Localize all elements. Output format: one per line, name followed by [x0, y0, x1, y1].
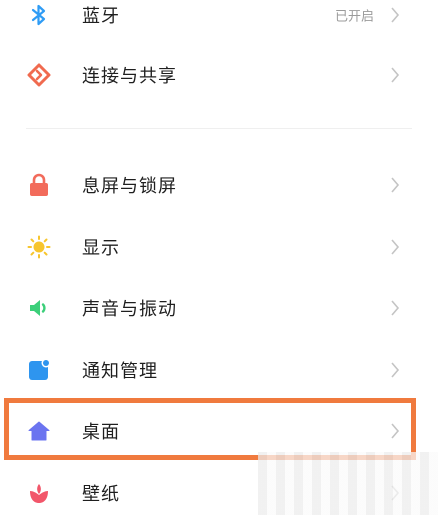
- chevron-right-icon: [391, 423, 400, 439]
- settings-item-notifications[interactable]: 通知管理: [0, 339, 438, 401]
- settings-item-display[interactable]: 显示: [0, 216, 438, 278]
- settings-item-label: 壁纸: [82, 484, 120, 505]
- chevron-right-icon: [391, 362, 400, 378]
- home-icon: [26, 418, 52, 444]
- speaker-icon: [26, 295, 52, 321]
- bluetooth-status: 已开启: [334, 9, 374, 25]
- chevron-right-icon: [391, 7, 400, 23]
- bluetooth-icon: [26, 2, 52, 28]
- chevron-right-icon: [391, 67, 400, 83]
- brightness-icon: [26, 234, 52, 260]
- settings-item-label: 显示: [82, 238, 120, 259]
- lock-icon: [26, 172, 52, 198]
- settings-item-label: 通知管理: [82, 361, 158, 382]
- settings-item-sound-vibration[interactable]: 声音与振动: [0, 277, 438, 339]
- settings-item-label: 连接与共享: [82, 66, 177, 87]
- notification-icon: [26, 357, 52, 383]
- settings-item-bluetooth[interactable]: 蓝牙 已开启: [0, 0, 438, 46]
- chevron-right-icon: [391, 300, 400, 316]
- settings-item-label: 桌面: [82, 422, 120, 443]
- settings-item-connection-sharing[interactable]: 连接与共享: [0, 44, 438, 106]
- settings-item-label: 息屏与锁屏: [82, 176, 177, 197]
- chevron-right-icon: [391, 177, 400, 193]
- section-divider: [26, 128, 412, 129]
- settings-item-label: 声音与振动: [82, 299, 177, 320]
- settings-item-lock-screen[interactable]: 息屏与锁屏: [0, 154, 438, 216]
- chevron-right-icon: [391, 485, 400, 501]
- settings-item-desktop[interactable]: 桌面: [0, 400, 438, 462]
- chevron-right-icon: [391, 239, 400, 255]
- settings-item-label: 蓝牙: [82, 6, 120, 27]
- connection-icon: [26, 62, 52, 88]
- flower-icon: [26, 480, 52, 506]
